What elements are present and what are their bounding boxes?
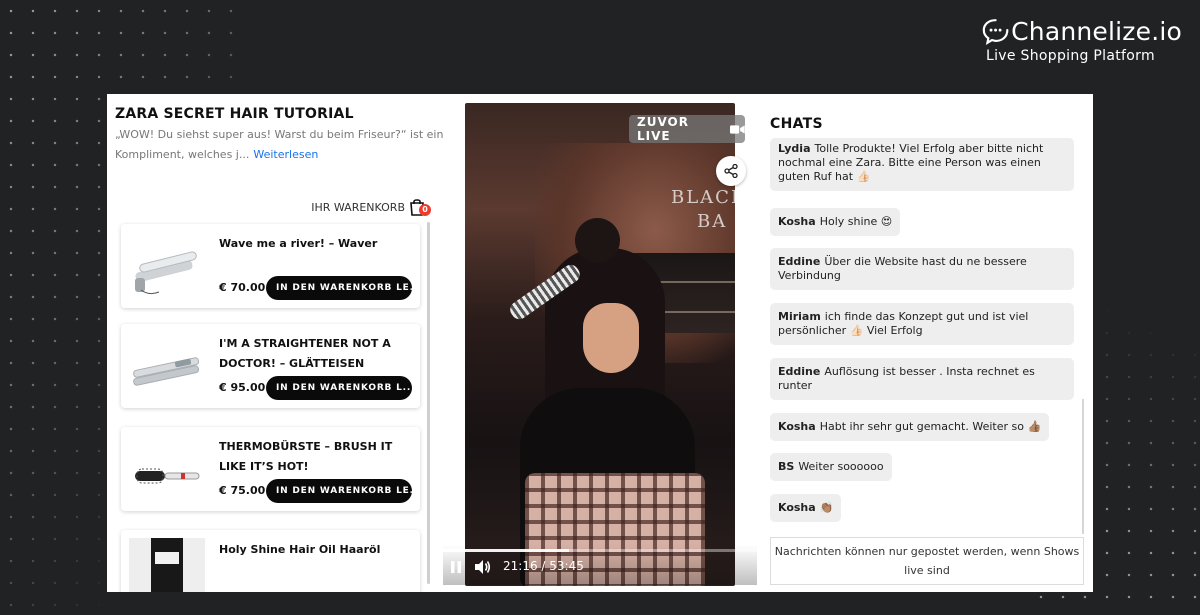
chat-username: Lydia <box>778 142 811 155</box>
chat-message: Kosha Holy shine 😍 <box>770 208 901 236</box>
straightener-product-image <box>133 357 200 386</box>
chats-title: CHATS <box>770 116 823 132</box>
live-tag-text: ZUVOR LIVE <box>637 115 689 143</box>
product-price: € 70.00 <box>219 281 266 294</box>
show-title: ZARA SECRET HAIR TUTORIAL <box>115 106 354 122</box>
chat-username: Eddine <box>778 255 821 268</box>
chat-text: Holy shine 😍 <box>819 215 893 228</box>
chat-list: Lydia Tolle Produkte! Viel Erfolg aber bi… <box>770 138 1084 528</box>
chat-username: Kosha <box>778 215 816 228</box>
chat-message: Miriam ich finde das Konzept gut und ist … <box>770 303 1074 345</box>
chat-username: Kosha <box>778 420 816 433</box>
chat-username: Eddine <box>778 365 821 378</box>
add-to-cart-button[interactable]: IN DEN WARENKORB L... <box>266 376 412 400</box>
chat-text: Tolle Produkte! Viel Erfolg aber bitte n… <box>778 142 1044 183</box>
chat-message: Lydia Tolle Produkte! Viel Erfolg aber bi… <box>770 138 1074 191</box>
video-player[interactable]: BLACK BA <box>465 103 735 586</box>
product-panel: ZARA SECRET HAIR TUTORIAL „WOW! Du siehs… <box>107 94 447 592</box>
brand-name: Channelize.io <box>1011 16 1182 46</box>
product-name: THERMOBÜRSTE – BRUSH IT LIKE IT’S HOT! <box>219 440 393 473</box>
product-price: € 95.00 <box>219 381 266 394</box>
product-card[interactable]: Holy Shine Hair Oil Haaröl <box>121 530 420 592</box>
product-card[interactable]: THERMOBÜRSTE – BRUSH IT LIKE IT’S HOT! €… <box>121 427 420 511</box>
product-list: Wave me a river! – Waver € 70.00 IN DEN … <box>107 219 435 592</box>
live-show-frame: ZARA SECRET HAIR TUTORIAL „WOW! Du siehs… <box>107 94 1093 592</box>
product-card[interactable]: I'M A STRAIGHTENER NOT A DOCTOR! – GLÄTT… <box>121 324 420 408</box>
brand-tagline: Live Shopping Platform <box>986 48 1155 64</box>
brand-logo: Channelize.io Live Shopping Platform <box>982 16 1182 64</box>
chat-message: Kosha 👏🏽 <box>770 494 842 522</box>
share-icon <box>724 164 738 178</box>
product-price: € 75.00 <box>219 484 266 497</box>
video-person-bun <box>575 218 620 263</box>
video-camera-icon <box>730 124 745 134</box>
add-to-cart-button[interactable]: IN DEN WARENKORB LE... <box>266 276 412 300</box>
chat-username: BS <box>778 460 795 473</box>
waver-product-image <box>135 251 197 295</box>
video-sign-text: BA <box>697 211 728 232</box>
chat-message: Eddine Über die Website hast du ne besser… <box>770 248 1074 290</box>
product-card[interactable]: Wave me a river! – Waver € 70.00 IN DEN … <box>121 224 420 308</box>
chat-message: BS Weiter soooooo <box>770 453 892 481</box>
chat-username: Kosha <box>778 501 816 514</box>
chat-disabled-notice: Nachrichten können nur gepostet werden, … <box>770 537 1084 585</box>
chat-bubble-logo-icon <box>982 19 1009 45</box>
cart-label: IHR WARENKORB <box>311 200 405 214</box>
product-name: Holy Shine Hair Oil Haaröl <box>219 543 381 556</box>
brush-product-image <box>135 468 200 484</box>
chat-text: Habt ihr sehr gut gemacht. Weiter so 👍🏽 <box>819 420 1042 433</box>
chat-message: Kosha Habt ihr sehr gut gemacht. Weiter s… <box>770 413 1050 441</box>
video-controls: 21:16 / 53:45 <box>443 545 757 585</box>
chat-text: Weiter soooooo <box>798 460 884 473</box>
add-to-cart-button[interactable]: IN DEN WARENKORB LE... <box>266 479 412 503</box>
video-sign-text: BLACK <box>671 187 735 208</box>
shopping-bag-icon: 0 <box>409 198 431 216</box>
show-description: „WOW! Du siehst super aus! Warst du beim… <box>115 125 445 165</box>
chat-scrollbar[interactable] <box>1082 399 1084 534</box>
video-time: 21:16 / 53:45 <box>503 559 584 573</box>
volume-icon[interactable] <box>473 558 491 576</box>
product-list-scrollbar[interactable] <box>427 222 430 584</box>
pause-icon[interactable] <box>448 559 464 575</box>
video-person-face <box>583 303 639 373</box>
hair-oil-product-image <box>129 538 205 592</box>
replay-live-badge: ZUVOR LIVE <box>629 115 745 143</box>
chat-username: Miriam <box>778 310 821 323</box>
product-name: Wave me a river! – Waver <box>219 237 378 250</box>
video-progress-fill <box>443 549 569 552</box>
chat-text: 👏🏽 <box>819 501 834 514</box>
cart-link[interactable]: IHR WARENKORB 0 <box>311 198 431 216</box>
chat-message: Eddine Auflösung ist besser . Insta rechn… <box>770 358 1074 400</box>
cart-count-badge: 0 <box>419 204 431 216</box>
video-progress-bar[interactable] <box>443 549 757 552</box>
share-button[interactable] <box>716 156 746 186</box>
read-more-link[interactable]: Weiterlesen <box>253 148 318 161</box>
product-name: I'M A STRAIGHTENER NOT A DOCTOR! – GLÄTT… <box>219 337 391 370</box>
